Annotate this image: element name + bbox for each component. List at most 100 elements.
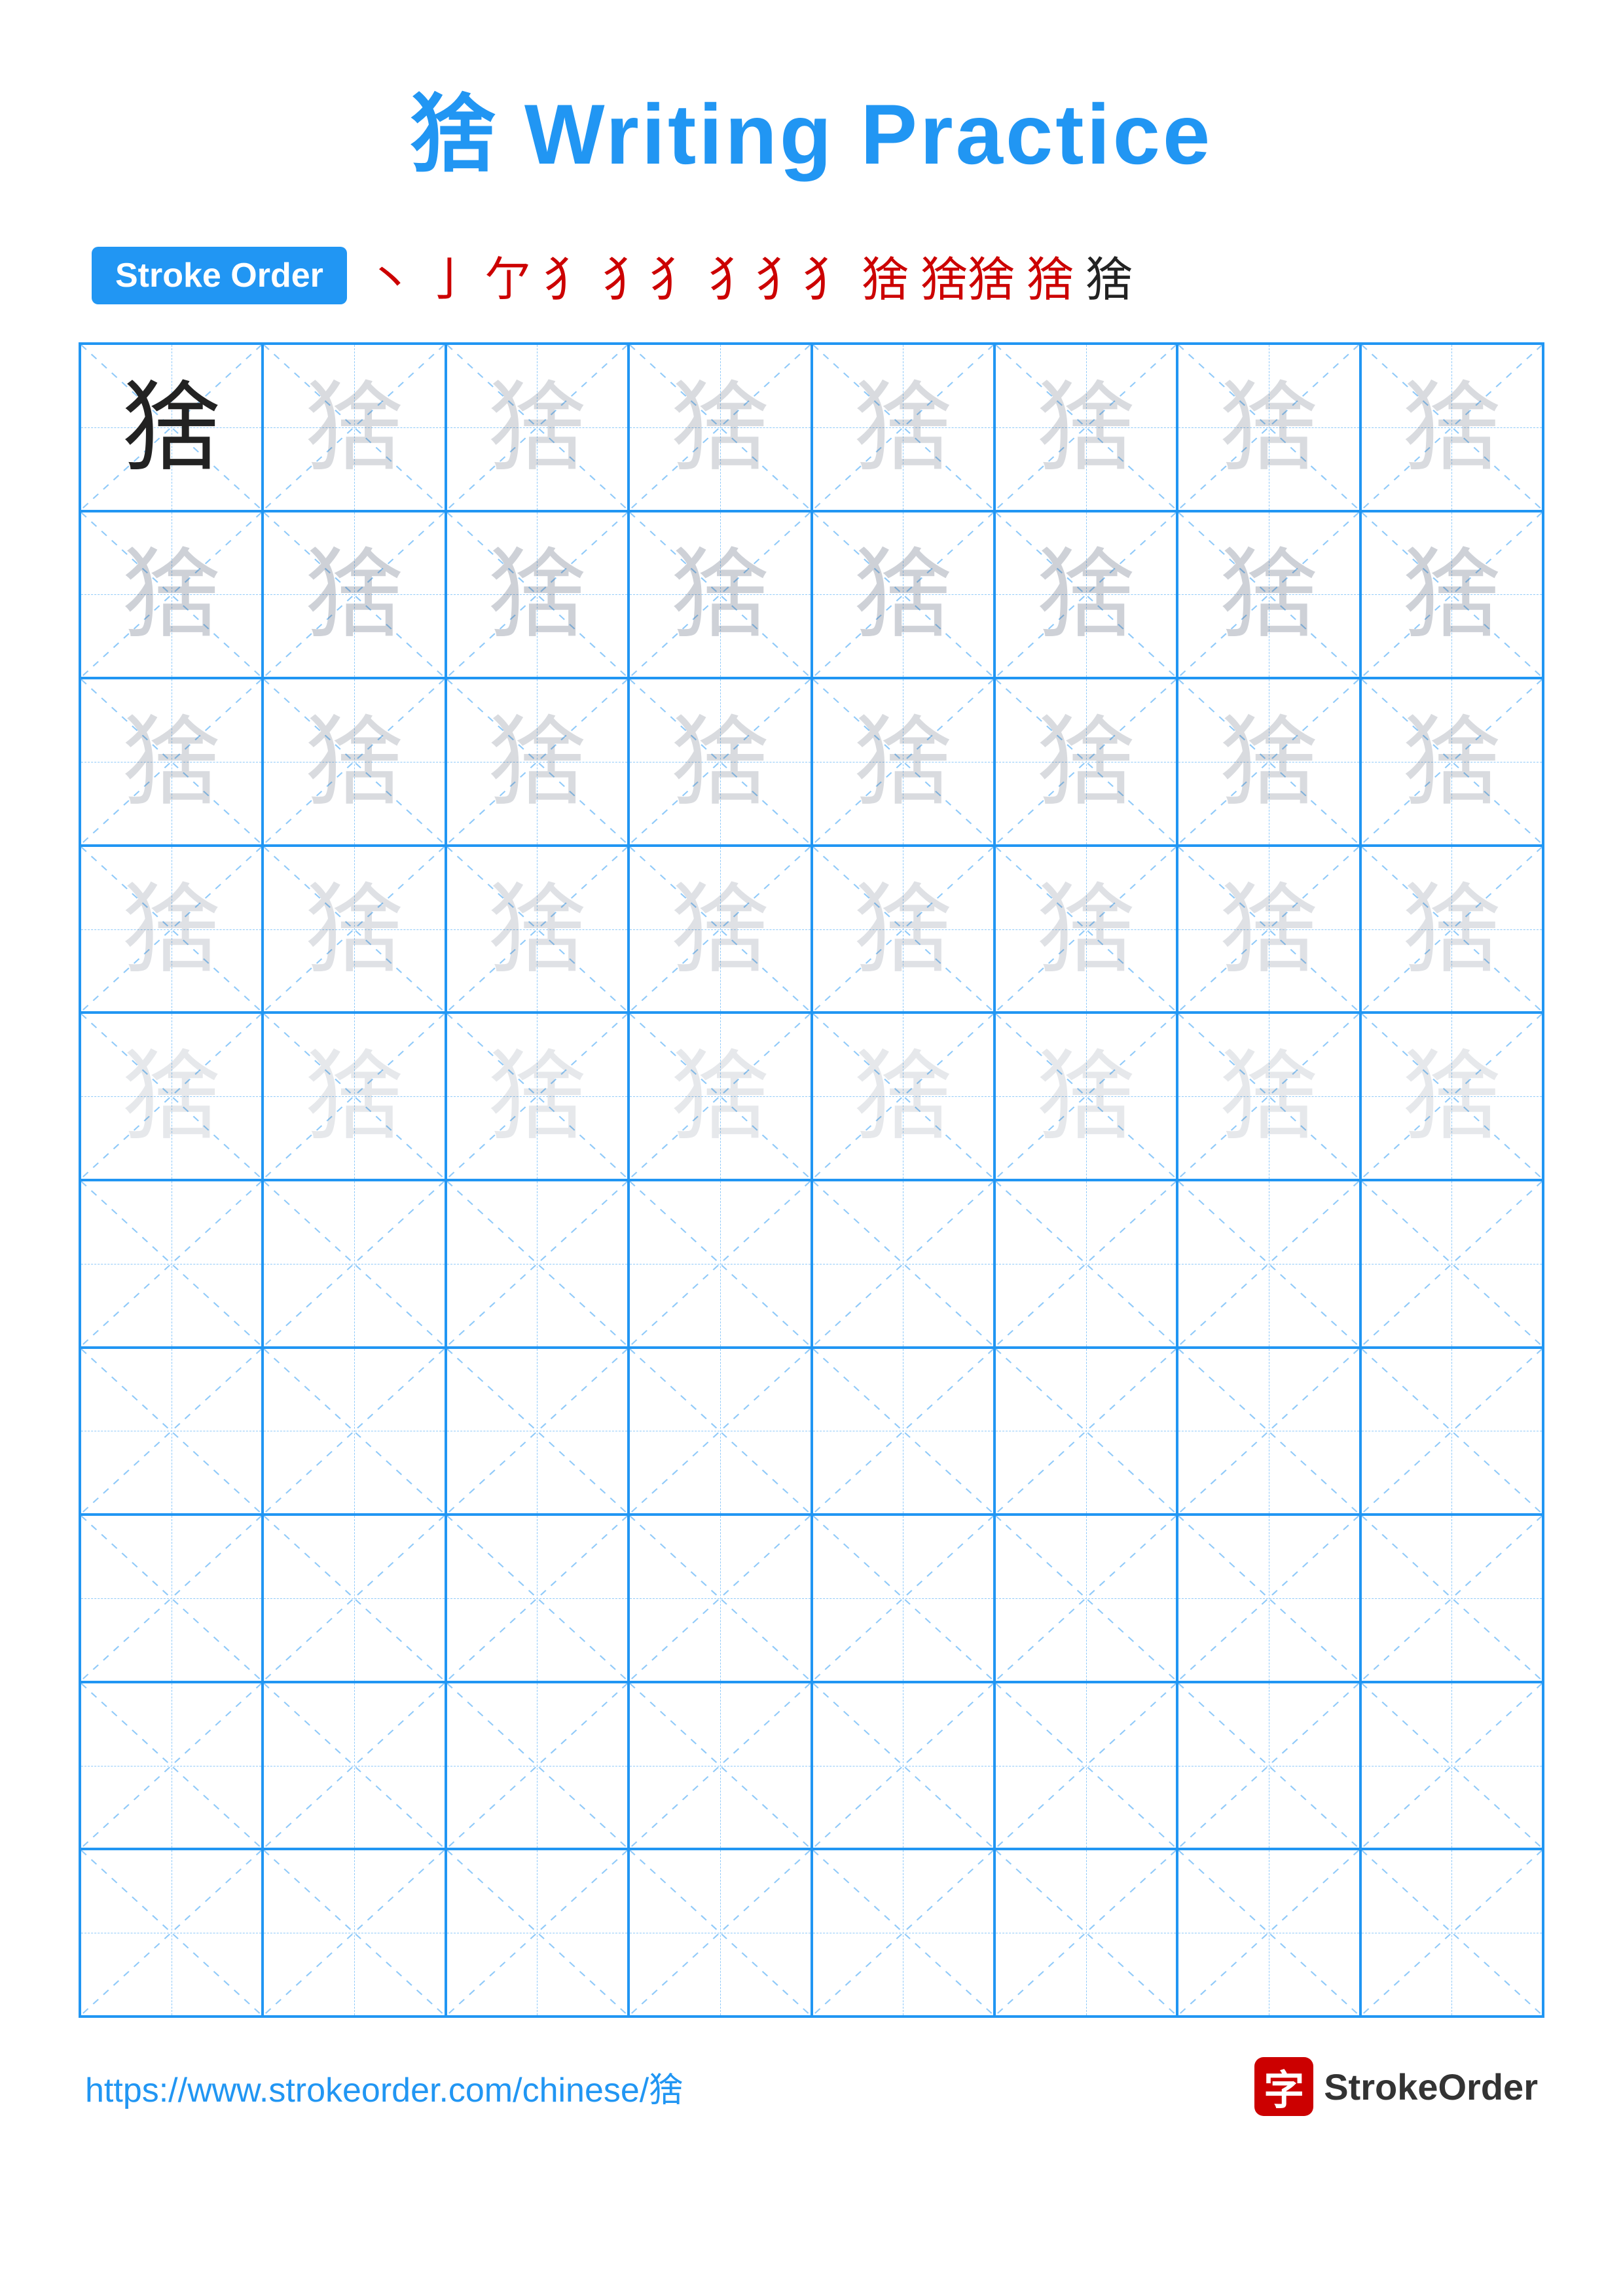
practice-char: 猞: [1037, 378, 1135, 476]
grid-cell[interactable]: 猞: [1360, 678, 1543, 846]
grid-cell[interactable]: [629, 1515, 811, 1682]
grid-cell[interactable]: [812, 1180, 994, 1348]
grid-cell[interactable]: 猞: [80, 846, 263, 1013]
grid-cell[interactable]: [994, 1849, 1177, 2017]
practice-char: 猞: [854, 713, 952, 811]
grid-cell[interactable]: [812, 1348, 994, 1515]
grid-cell[interactable]: 猞: [629, 1013, 811, 1180]
grid-cell[interactable]: [994, 1682, 1177, 1850]
grid-cell[interactable]: [812, 1682, 994, 1850]
practice-char: 猞: [122, 378, 221, 476]
grid-cell[interactable]: 猞: [263, 846, 445, 1013]
grid-cell[interactable]: 猞: [80, 678, 263, 846]
practice-char: 猞: [1402, 880, 1501, 978]
grid-cell[interactable]: 猞: [994, 678, 1177, 846]
grid-cell[interactable]: 猞: [1360, 344, 1543, 511]
grid-cell[interactable]: 猞: [994, 511, 1177, 679]
grid-cell[interactable]: [629, 1682, 811, 1850]
grid-cell[interactable]: 猞: [1177, 678, 1360, 846]
grid-cell[interactable]: [994, 1180, 1177, 1348]
footer: https://www.strokeorder.com/chinese/猞 字 …: [79, 2057, 1544, 2116]
grid-cell[interactable]: [629, 1348, 811, 1515]
grid-cell[interactable]: [446, 1849, 629, 2017]
grid-cell[interactable]: [1360, 1849, 1543, 2017]
footer-logo-icon: 字: [1254, 2057, 1313, 2116]
grid-cell[interactable]: [263, 1348, 445, 1515]
grid-cell[interactable]: 猞: [994, 1013, 1177, 1180]
grid-cell[interactable]: [446, 1180, 629, 1348]
grid-cell[interactable]: [994, 1515, 1177, 1682]
grid-cell[interactable]: 猞: [629, 846, 811, 1013]
grid-cell[interactable]: 猞: [1360, 511, 1543, 679]
grid-cell[interactable]: [994, 1348, 1177, 1515]
stroke-step-10: 猞: [1085, 241, 1133, 310]
grid-cell[interactable]: 猞: [263, 1013, 445, 1180]
grid-cell[interactable]: [263, 1180, 445, 1348]
grid-cell[interactable]: 猞: [812, 678, 994, 846]
grid-cell[interactable]: 猞: [446, 511, 629, 679]
practice-char: 猞: [1037, 545, 1135, 643]
grid-cell[interactable]: [1360, 1348, 1543, 1515]
grid-cell[interactable]: [812, 1849, 994, 2017]
grid-cell[interactable]: 猞: [80, 511, 263, 679]
practice-char: 猞: [122, 713, 221, 811]
grid-cell[interactable]: 猞: [80, 344, 263, 511]
practice-char: 猞: [305, 880, 403, 978]
grid-cell[interactable]: [1177, 1180, 1360, 1348]
grid-cell[interactable]: 猞: [263, 511, 445, 679]
grid-cell[interactable]: 猞: [994, 344, 1177, 511]
grid-cell[interactable]: 猞: [446, 678, 629, 846]
grid-cell[interactable]: 猞: [1177, 846, 1360, 1013]
grid-cell[interactable]: [812, 1515, 994, 1682]
practice-char: 猞: [1037, 880, 1135, 978]
grid-cell[interactable]: [1360, 1180, 1543, 1348]
grid-cell[interactable]: 猞: [1360, 846, 1543, 1013]
grid-cell[interactable]: 猞: [812, 344, 994, 511]
grid-cell[interactable]: 猞: [629, 344, 811, 511]
practice-char: 猞: [488, 713, 586, 811]
grid-cell[interactable]: 猞: [994, 846, 1177, 1013]
grid-cell[interactable]: [80, 1348, 263, 1515]
grid-cell[interactable]: 猞: [80, 1013, 263, 1180]
practice-char: 猞: [1220, 880, 1318, 978]
grid-cell[interactable]: 猞: [1177, 511, 1360, 679]
grid-cell[interactable]: 猞: [812, 846, 994, 1013]
grid-cell[interactable]: 猞: [629, 511, 811, 679]
stroke-order-row: Stroke Order 丶 亅 亇 犭 犭犭 犭犭犭 猞 猞猞 猞 猞: [92, 241, 1544, 310]
grid-cell[interactable]: 猞: [263, 678, 445, 846]
grid-cell[interactable]: 猞: [1360, 1013, 1543, 1180]
grid-cell[interactable]: [263, 1682, 445, 1850]
grid-cell[interactable]: [629, 1180, 811, 1348]
grid-cell[interactable]: [80, 1682, 263, 1850]
grid-cell[interactable]: [263, 1515, 445, 1682]
grid-cell[interactable]: 猞: [629, 678, 811, 846]
grid-cell[interactable]: [1177, 1682, 1360, 1850]
grid-cell[interactable]: 猞: [812, 1013, 994, 1180]
grid-cell[interactable]: 猞: [1177, 1013, 1360, 1180]
grid-cell[interactable]: [80, 1849, 263, 2017]
grid-cell[interactable]: [629, 1849, 811, 2017]
grid-cell[interactable]: [263, 1849, 445, 2017]
grid-cell[interactable]: [446, 1348, 629, 1515]
practice-char: 猞: [854, 545, 952, 643]
grid-cell[interactable]: [446, 1515, 629, 1682]
grid-cell[interactable]: 猞: [446, 846, 629, 1013]
practice-char: 猞: [1402, 1047, 1501, 1145]
grid-cell[interactable]: [446, 1682, 629, 1850]
grid-cell[interactable]: 猞: [1177, 344, 1360, 511]
grid-cell[interactable]: [1360, 1682, 1543, 1850]
grid-cell[interactable]: [80, 1515, 263, 1682]
grid-cell[interactable]: [80, 1180, 263, 1348]
grid-cell[interactable]: 猞: [263, 344, 445, 511]
practice-char: 猞: [671, 1047, 769, 1145]
grid-cell[interactable]: 猞: [812, 511, 994, 679]
stroke-step-9: 猞: [1027, 241, 1074, 310]
grid-cell[interactable]: 猞: [446, 344, 629, 511]
grid-cell[interactable]: 猞: [446, 1013, 629, 1180]
stroke-step-8: 猞猞: [921, 241, 1015, 310]
grid-cell[interactable]: [1177, 1348, 1360, 1515]
grid-cell[interactable]: [1360, 1515, 1543, 1682]
grid-cell[interactable]: [1177, 1515, 1360, 1682]
practice-char: 猞: [1402, 713, 1501, 811]
grid-cell[interactable]: [1177, 1849, 1360, 2017]
